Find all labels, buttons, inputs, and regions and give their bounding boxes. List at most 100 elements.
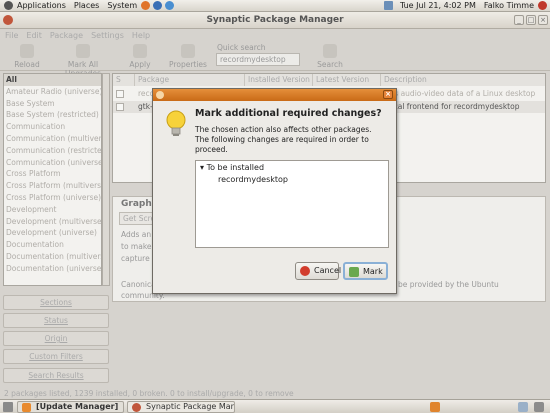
- menu-package[interactable]: Package: [50, 31, 83, 40]
- user-name[interactable]: Falko Timme: [484, 1, 534, 10]
- mark-label: Mark: [363, 267, 383, 276]
- sections-list[interactable]: All Amateur Radio (universe) Base System…: [3, 73, 102, 286]
- section-item[interactable]: Documentation (universe): [4, 263, 101, 275]
- section-item[interactable]: Communication (restricted): [4, 145, 101, 157]
- section-item[interactable]: All: [4, 74, 101, 86]
- package-checkbox[interactable]: [116, 103, 124, 111]
- section-item[interactable]: Development (universe): [4, 227, 101, 239]
- taskbar-synaptic[interactable]: Synaptic Package Man...: [127, 401, 235, 413]
- section-item[interactable]: Cross Platform (universe): [4, 192, 101, 204]
- upgrade-icon: [76, 44, 90, 58]
- status-bar: 2 packages listed, 1239 installed, 0 bro…: [4, 389, 294, 398]
- section-item[interactable]: Cross Platform: [4, 168, 101, 180]
- section-item[interactable]: Amateur Radio (universe): [4, 86, 101, 98]
- dialog-app-icon: [156, 91, 164, 99]
- close-icon[interactable]: ×: [538, 15, 548, 25]
- dialog-text-line: The following changes are required in or…: [195, 135, 369, 144]
- description-footer: Canonica: [121, 280, 156, 289]
- column-installed-version[interactable]: Installed Version: [245, 74, 313, 86]
- section-item[interactable]: Development: [4, 204, 101, 216]
- shutdown-icon[interactable]: [538, 1, 547, 10]
- menu-file[interactable]: File: [5, 31, 18, 40]
- package-description: ures audio-video data of a Linux desktop: [382, 89, 536, 98]
- properties-button[interactable]: Properties: [168, 44, 208, 69]
- mark-changes-dialog: × Mark additional required changes? The …: [152, 88, 397, 294]
- menu-edit[interactable]: Edit: [26, 31, 42, 40]
- package-checkbox[interactable]: [116, 90, 124, 98]
- dialog-text-line: The chosen action also affects other pac…: [195, 125, 372, 134]
- taskbar-synaptic-label: Synaptic Package Man...: [146, 402, 235, 411]
- dialog-text-line: proceed.: [195, 145, 228, 154]
- mail-launcher-icon[interactable]: [153, 1, 163, 10]
- search-button[interactable]: Search: [315, 44, 345, 69]
- section-item[interactable]: Base System (restricted): [4, 109, 101, 121]
- quick-search-input[interactable]: recordmydesktop: [216, 53, 300, 66]
- properties-label: Properties: [169, 60, 207, 69]
- cancel-button[interactable]: Cancel: [295, 262, 341, 280]
- window-title: Synaptic Package Manager: [206, 15, 344, 25]
- apply-button[interactable]: Apply: [125, 44, 155, 69]
- workspace-icon[interactable]: [518, 402, 528, 412]
- help-launcher-icon[interactable]: [165, 1, 175, 10]
- section-item[interactable]: Cross Platform (multiverse): [4, 180, 101, 192]
- description-footer-right: be provided by the Ubuntu: [398, 280, 499, 289]
- clock[interactable]: Tue Jul 21, 4:02 PM: [400, 1, 476, 10]
- tree-expander-icon[interactable]: ▾: [200, 163, 204, 172]
- section-item[interactable]: Communication (multiverse): [4, 133, 101, 145]
- update-manager-icon: [22, 403, 31, 412]
- apply-label: Apply: [129, 60, 151, 69]
- gnome-foot-icon[interactable]: [4, 1, 13, 10]
- cancel-icon: [300, 266, 310, 276]
- maximize-icon[interactable]: □: [526, 15, 536, 25]
- dialog-close-icon[interactable]: ×: [383, 90, 393, 99]
- menu-help[interactable]: Help: [132, 31, 150, 40]
- reload-button[interactable]: Reload: [12, 44, 42, 69]
- column-status[interactable]: S: [113, 74, 135, 86]
- tree-group-to-be-installed[interactable]: ▾ To be installed: [200, 163, 264, 172]
- taskbar-update-manager-label: [Update Manager]: [36, 402, 119, 411]
- reload-label: Reload: [14, 60, 40, 69]
- search-results-button[interactable]: Search Results: [3, 368, 109, 383]
- search-icon: [323, 44, 337, 58]
- checkmark-icon: [349, 267, 359, 277]
- description-line: to make: [121, 242, 152, 251]
- search-label: Search: [317, 60, 343, 69]
- column-latest-version[interactable]: Latest Version: [313, 74, 381, 86]
- show-desktop-icon[interactable]: [3, 402, 13, 412]
- section-item[interactable]: Communication: [4, 121, 101, 133]
- network-icon[interactable]: [383, 1, 393, 10]
- synaptic-task-icon: [132, 403, 141, 412]
- lightbulb-icon: [166, 110, 186, 136]
- firefox-launcher-icon[interactable]: [141, 1, 151, 10]
- package-description: phical frontend for recordmydesktop: [382, 102, 520, 111]
- menu-settings[interactable]: Settings: [91, 31, 124, 40]
- section-item[interactable]: Documentation (multiverse): [4, 251, 101, 263]
- taskbar-update-manager[interactable]: [Update Manager]: [17, 401, 124, 413]
- applications-menu[interactable]: Applications: [17, 1, 66, 10]
- column-package[interactable]: Package: [135, 74, 245, 86]
- minimize-icon[interactable]: _: [514, 15, 524, 25]
- column-description[interactable]: Description: [381, 74, 545, 86]
- tree-group-label: To be installed: [206, 163, 265, 172]
- section-item[interactable]: Development (multiverse): [4, 216, 101, 228]
- dialog-heading: Mark additional required changes?: [195, 108, 382, 119]
- update-notifier-icon[interactable]: [430, 402, 440, 412]
- trash-icon[interactable]: [534, 402, 544, 412]
- sections-scrollbar[interactable]: [102, 73, 110, 286]
- origin-button[interactable]: Origin: [3, 331, 109, 346]
- description-line: Adds an: [121, 230, 152, 239]
- section-item[interactable]: Base System: [4, 98, 101, 110]
- system-menu[interactable]: System: [107, 1, 137, 10]
- tree-item[interactable]: recordmydesktop: [218, 175, 288, 184]
- places-menu[interactable]: Places: [74, 1, 99, 10]
- menubar: File Edit Package Settings Help: [0, 29, 550, 41]
- sections-button[interactable]: Sections: [3, 295, 109, 310]
- mark-button[interactable]: Mark: [343, 262, 388, 280]
- window-titlebar: Synaptic Package Manager _ □ ×: [0, 12, 550, 29]
- description-title: Graphi: [121, 199, 155, 209]
- custom-filters-button[interactable]: Custom Filters: [3, 349, 109, 364]
- section-item[interactable]: Documentation: [4, 239, 101, 251]
- status-button[interactable]: Status: [3, 313, 109, 328]
- changes-tree[interactable]: ▾ To be installed recordmydesktop: [195, 160, 389, 248]
- section-item[interactable]: Communication (universe): [4, 157, 101, 169]
